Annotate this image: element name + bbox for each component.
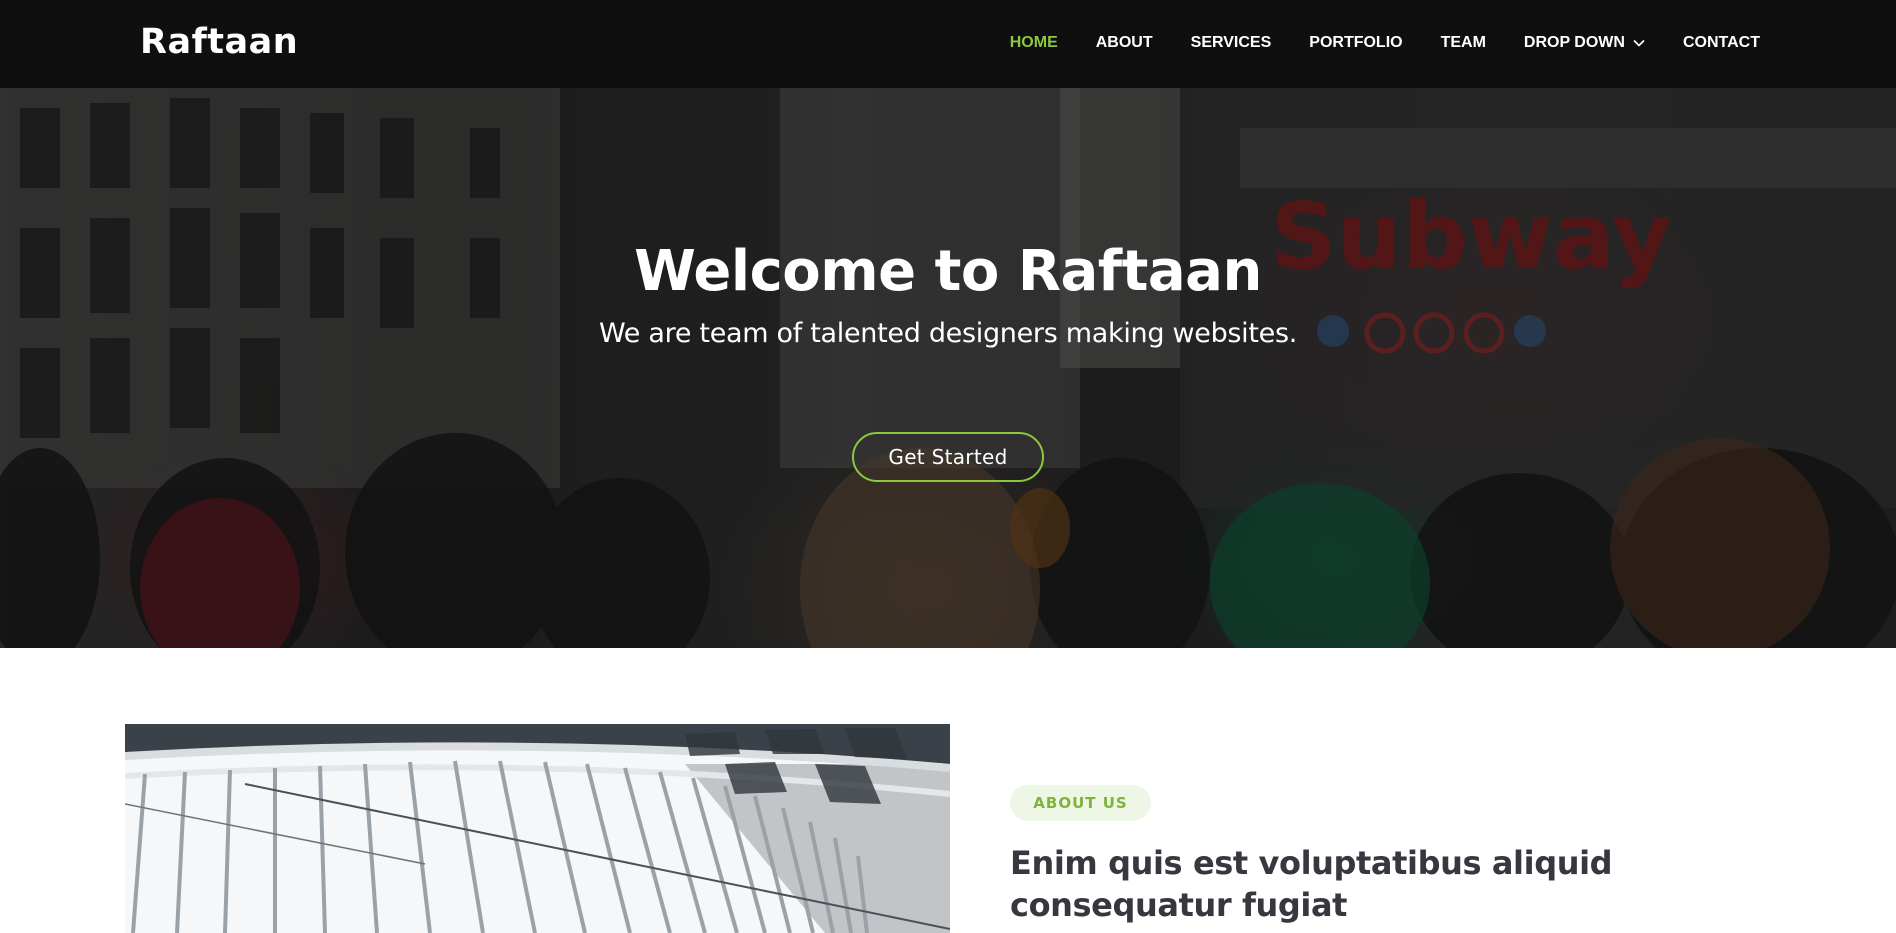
get-started-button[interactable]: Get Started bbox=[852, 432, 1044, 482]
nav-item-about[interactable]: ABOUT bbox=[1096, 34, 1153, 52]
hero-dark-overlay bbox=[0, 88, 1896, 648]
about-image bbox=[125, 724, 950, 933]
hero-section: Subway Welcome to Raftaan We are team of… bbox=[0, 88, 1896, 648]
main-nav: HOME ABOUT SERVICES PORTFOLIO TEAM DROP … bbox=[1010, 30, 1760, 56]
chevron-down-icon bbox=[1633, 39, 1645, 47]
nav-item-dropdown[interactable]: DROP DOWN bbox=[1524, 34, 1645, 52]
about-heading: Enim quis est voluptatibus aliquid conse… bbox=[1010, 844, 1613, 924]
nav-item-contact[interactable]: CONTACT bbox=[1683, 34, 1760, 52]
site-header: Raftaan HOME ABOUT SERVICES PORTFOLIO TE… bbox=[0, 0, 1896, 88]
hero-subtitle: We are team of talented designers making… bbox=[598, 318, 1298, 349]
nav-item-team[interactable]: TEAM bbox=[1441, 34, 1486, 52]
about-us-badge: ABOUT US bbox=[1010, 785, 1151, 821]
hero-title: Welcome to Raftaan bbox=[634, 239, 1262, 304]
nav-item-home[interactable]: HOME bbox=[1010, 34, 1058, 52]
nav-item-dropdown-label: DROP DOWN bbox=[1523, 34, 1625, 51]
nav-item-portfolio[interactable]: PORTFOLIO bbox=[1309, 34, 1402, 52]
brand-logo[interactable]: Raftaan bbox=[140, 20, 298, 64]
glass-roof-image bbox=[125, 724, 950, 933]
nav-item-services[interactable]: SERVICES bbox=[1191, 34, 1272, 52]
